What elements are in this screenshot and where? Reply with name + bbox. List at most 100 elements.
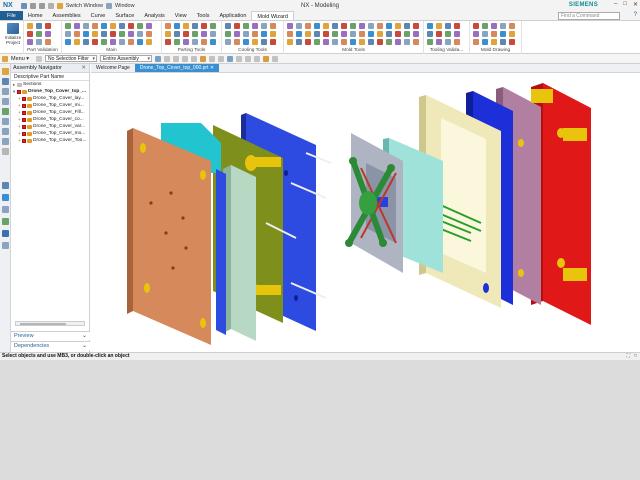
tab-mold-wizard[interactable]: Mold Wizard <box>251 11 294 20</box>
ribbon-command-icon[interactable] <box>27 31 33 37</box>
ribbon-command-icon[interactable] <box>509 39 515 45</box>
snap-icon[interactable] <box>218 55 225 62</box>
snap-icon[interactable] <box>182 55 189 62</box>
ribbon-command-icon[interactable] <box>234 39 240 45</box>
ribbon-command-icon[interactable] <box>165 31 171 37</box>
ribbon-command-icon[interactable] <box>341 39 347 45</box>
ribbon-command-icon[interactable] <box>314 31 320 37</box>
ribbon-command-icon[interactable] <box>101 31 107 37</box>
ribbon-command-icon[interactable] <box>128 39 134 45</box>
visibility-checkbox[interactable] <box>22 131 26 136</box>
ribbon-command-icon[interactable] <box>377 31 383 37</box>
tab-application[interactable]: Application <box>214 11 251 20</box>
snap-icon[interactable] <box>272 55 279 62</box>
ribbon-command-icon[interactable] <box>74 23 80 29</box>
ribbon-command-icon[interactable] <box>395 39 401 45</box>
ribbon-command-icon[interactable] <box>165 39 171 45</box>
ribbon-command-icon[interactable] <box>491 23 497 29</box>
ribbon-command-icon[interactable] <box>65 31 71 37</box>
ribbon-command-icon[interactable] <box>445 23 451 29</box>
ribbon-command-icon[interactable] <box>350 39 356 45</box>
tab-tools[interactable]: Tools <box>192 11 215 20</box>
ribbon-command-icon[interactable] <box>314 23 320 29</box>
tree-row[interactable]: ▾ Drone_Top_Cover_top_... <box>11 88 89 95</box>
ribbon-command-icon[interactable] <box>192 31 198 37</box>
graphics-viewport[interactable] <box>91 73 640 352</box>
knowledge-icon[interactable] <box>2 230 9 237</box>
constraint-navigator-icon[interactable] <box>2 78 9 85</box>
ribbon-command-icon[interactable] <box>146 23 152 29</box>
visibility-checkbox[interactable] <box>22 117 26 122</box>
visualization-icon[interactable] <box>2 194 9 201</box>
ribbon-command-icon[interactable] <box>146 31 152 37</box>
snap-icon[interactable] <box>236 55 243 62</box>
ribbon-command-icon[interactable] <box>183 39 189 45</box>
command-search-input[interactable]: Find a Command <box>558 12 620 20</box>
clock-icon[interactable] <box>2 206 9 213</box>
ribbon-command-icon[interactable] <box>323 23 329 29</box>
snap-icon[interactable] <box>227 55 234 62</box>
mold-assembly-exploded-view[interactable] <box>91 73 640 352</box>
ribbon-command-icon[interactable] <box>174 23 180 29</box>
switch-window-button[interactable]: Switch Window <box>66 3 103 9</box>
ribbon-command-icon[interactable] <box>270 39 276 45</box>
ribbon-command-icon[interactable] <box>110 31 116 37</box>
ribbon-command-icon[interactable] <box>234 23 240 29</box>
ribbon-command-icon[interactable] <box>65 39 71 45</box>
guide-pillar[interactable] <box>563 268 587 281</box>
ribbon-command-icon[interactable] <box>368 23 374 29</box>
ribbon-command-icon[interactable] <box>332 23 338 29</box>
help-icon[interactable]: ? <box>634 12 637 18</box>
tab-assemblies[interactable]: Assemblies <box>48 11 86 20</box>
ribbon-command-icon[interactable] <box>296 39 302 45</box>
ribbon-command-icon[interactable] <box>500 31 506 37</box>
tree-row[interactable]: ▸ Sections <box>11 81 89 88</box>
spacer-block[interactable] <box>231 165 256 341</box>
ribbon-command-icon[interactable] <box>368 31 374 37</box>
ribbon-command-icon[interactable] <box>445 31 451 37</box>
check-icon[interactable] <box>2 218 9 225</box>
ribbon-command-icon[interactable] <box>137 39 143 45</box>
ribbon-command-icon[interactable] <box>128 31 134 37</box>
ribbon-command-icon[interactable] <box>359 31 365 37</box>
menu-button[interactable]: Menu ▾ <box>11 56 33 62</box>
assembly-scope-select[interactable]: Entire Assembly <box>100 55 153 62</box>
ribbon-command-icon[interactable] <box>192 39 198 45</box>
ribbon-command-icon[interactable] <box>395 23 401 29</box>
ribbon-command-icon[interactable] <box>128 23 134 29</box>
snap-icon[interactable] <box>191 55 198 62</box>
ribbon-command-icon[interactable] <box>482 39 488 45</box>
ribbon-command-icon[interactable] <box>332 31 338 37</box>
ribbon-command-icon[interactable] <box>427 31 433 37</box>
preview-section-header[interactable]: Preview ⌄ <box>11 331 90 340</box>
ribbon-command-icon[interactable] <box>101 39 107 45</box>
ribbon-command-icon[interactable] <box>201 23 207 29</box>
ribbon-command-icon[interactable] <box>243 39 249 45</box>
part-navigator-icon[interactable] <box>2 88 9 95</box>
guide-pillar[interactable] <box>563 128 587 141</box>
ribbon-command-icon[interactable] <box>83 31 89 37</box>
ribbon-command-icon[interactable] <box>491 39 497 45</box>
ribbon-command-icon[interactable] <box>146 39 152 45</box>
ribbon-command-icon[interactable] <box>92 39 98 45</box>
ribbon-command-icon[interactable] <box>252 39 258 45</box>
hd3d-tools-icon[interactable] <box>2 108 9 115</box>
tab-home[interactable]: Home <box>23 11 48 20</box>
ribbon-command-icon[interactable] <box>27 23 33 29</box>
scrollbar-thumb[interactable] <box>20 323 66 325</box>
ribbon-command-icon[interactable] <box>305 23 311 29</box>
ribbon-command-icon[interactable] <box>359 23 365 29</box>
ribbon-command-icon[interactable] <box>74 31 80 37</box>
close-icon[interactable]: ✕ <box>81 64 86 73</box>
ribbon-command-icon[interactable] <box>427 39 433 45</box>
ribbon-command-icon[interactable] <box>445 39 451 45</box>
ribbon-command-icon[interactable] <box>350 31 356 37</box>
ribbon-command-icon[interactable] <box>413 31 419 37</box>
ribbon-command-icon[interactable] <box>165 23 171 29</box>
web-browser-icon[interactable] <box>2 118 9 125</box>
ribbon-command-icon[interactable] <box>436 39 442 45</box>
snap-icon[interactable] <box>245 55 252 62</box>
ribbon-command-icon[interactable] <box>210 31 216 37</box>
ribbon-command-icon[interactable] <box>174 31 180 37</box>
selection-filter-select[interactable]: No Selection Filter <box>45 55 98 62</box>
